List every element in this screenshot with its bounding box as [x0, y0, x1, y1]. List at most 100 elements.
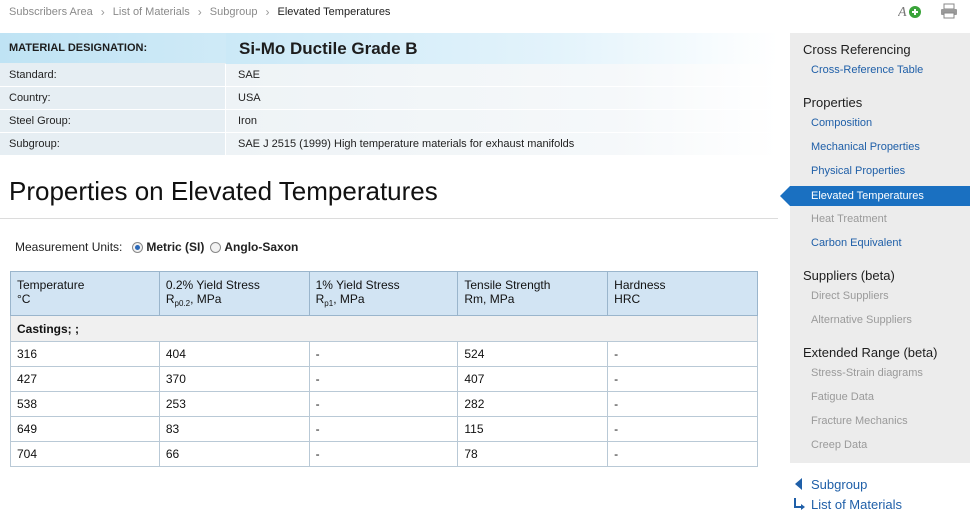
info-row-subgroup: Subgroup: SAE J 2515 (1999) High tempera… — [0, 133, 778, 156]
radio-label-anglo-saxon[interactable]: Anglo-Saxon — [224, 240, 298, 254]
return-arrow-icon — [793, 497, 805, 511]
table-cell: - — [308, 391, 459, 417]
header-unit: HRC — [614, 292, 641, 306]
sidebar-item-fracture-mechanics: Fracture Mechanics — [811, 415, 908, 427]
chevron-right-icon: › — [265, 5, 270, 19]
sidebar-item-heat-treatment: Heat Treatment — [811, 213, 887, 225]
sidebar-heading-extended-range: Extended Range (beta) — [803, 345, 938, 360]
radio-label-metric[interactable]: Metric (SI) — [146, 240, 204, 254]
sidebar-item-elevated-temperatures[interactable]: Elevated Temperatures — [780, 186, 970, 206]
table-cell: 538 — [10, 391, 160, 417]
add-font-icon[interactable]: A — [897, 3, 922, 20]
header-line: 1% Yield Stress — [315, 278, 400, 292]
sidebar-item-fatigue-data: Fatigue Data — [811, 391, 874, 403]
print-icon[interactable] — [940, 3, 958, 19]
table-cell: - — [308, 441, 459, 467]
sidebar-item-alternative-suppliers: Alternative Suppliers — [811, 314, 912, 326]
table-row: 649 83 - 115 - — [10, 416, 758, 442]
radio-anglo-saxon[interactable] — [210, 241, 222, 253]
breadcrumb-subscribers-area[interactable]: Subscribers Area — [9, 6, 93, 18]
table-cell: 316 — [10, 341, 160, 367]
table-cell: - — [607, 391, 758, 417]
sidebar-heading-properties: Properties — [803, 95, 863, 110]
table-cell: 704 — [10, 441, 160, 467]
back-to-list-link[interactable]: List of Materials — [793, 494, 902, 513]
info-row-country: Country: USA — [0, 87, 778, 110]
breadcrumb-subgroup[interactable]: Subgroup — [210, 6, 258, 18]
header-unit: °C — [17, 292, 31, 306]
table-row: 427 370 - 407 - — [10, 366, 758, 392]
sidebar-item-composition[interactable]: Composition — [811, 117, 872, 129]
group-label: Castings; ; — [10, 315, 758, 342]
sidebar-item-physical-properties[interactable]: Physical Properties — [811, 165, 905, 177]
triangle-left-icon — [793, 477, 805, 491]
table-cell: 83 — [158, 416, 310, 442]
units-metric-option[interactable]: Metric (SI) — [132, 240, 204, 254]
header-line: 0.2% Yield Stress — [165, 278, 260, 292]
table-cell: 66 — [158, 441, 310, 467]
page-title: Properties on Elevated Temperatures — [9, 176, 438, 206]
table-cell: 78 — [457, 441, 609, 467]
table-cell: - — [308, 416, 459, 442]
table-cell: - — [607, 341, 758, 367]
chevron-right-icon: › — [197, 5, 202, 19]
header-unit-suffix: , MPa — [190, 292, 222, 306]
table-cell: 282 — [457, 391, 609, 417]
column-header-yield-02: 0.2% Yield Stress Rp0.2, MPa — [158, 271, 310, 316]
sidebar-item-mechanical-properties[interactable]: Mechanical Properties — [811, 141, 920, 153]
sidebar-item-cross-reference-table[interactable]: Cross-Reference Table — [811, 64, 923, 76]
table-cell: - — [607, 416, 758, 442]
info-label: Subgroup: — [0, 133, 226, 155]
table-cell: - — [308, 341, 459, 367]
chevron-right-icon: › — [100, 5, 105, 19]
table-cell: 649 — [10, 416, 160, 442]
info-row-standard: Standard: SAE — [0, 64, 778, 87]
sidebar-heading-suppliers: Suppliers (beta) — [803, 268, 895, 283]
table-cell: 427 — [10, 366, 160, 392]
table-cell: 115 — [457, 416, 609, 442]
table-header-row: Temperature °C 0.2% Yield Stress Rp0.2, … — [10, 271, 758, 316]
sidebar-item-stress-strain: Stress-Strain diagrams — [811, 367, 923, 379]
table-cell: - — [308, 366, 459, 392]
sidebar-item-carbon-equivalent[interactable]: Carbon Equivalent — [811, 237, 902, 249]
material-designation-label: MATERIAL DESIGNATION: — [0, 33, 226, 64]
breadcrumb-current: Elevated Temperatures — [277, 6, 391, 18]
units-anglo-saxon-option[interactable]: Anglo-Saxon — [210, 240, 298, 254]
info-label: Country: — [0, 87, 226, 109]
header-line: Hardness — [614, 278, 666, 292]
back-to-subgroup-label[interactable]: Subgroup — [811, 477, 867, 492]
table-row: 704 66 - 78 - — [10, 441, 758, 467]
info-value: SAE — [226, 64, 778, 86]
column-header-hardness: Hardness HRC — [607, 271, 758, 316]
table-cell: - — [607, 441, 758, 467]
header-subscript: p0.2 — [174, 299, 191, 308]
breadcrumb: Subscribers Area › List of Materials › S… — [9, 5, 390, 19]
divider — [0, 218, 778, 219]
breadcrumb-list-of-materials[interactable]: List of Materials — [113, 6, 190, 18]
info-label: Steel Group: — [0, 110, 226, 132]
sidebar-item-creep-data: Creep Data — [811, 439, 868, 451]
table-group-row: Castings; ; — [10, 315, 758, 342]
table-cell: 524 — [457, 341, 609, 367]
svg-text:A: A — [898, 5, 907, 19]
table-cell: 404 — [158, 341, 310, 367]
info-value: SAE J 2515 (1999) High temperature mater… — [226, 133, 778, 155]
material-header: MATERIAL DESIGNATION: Si-Mo Ductile Grad… — [0, 33, 778, 64]
top-toolbar: A — [897, 3, 958, 20]
bottom-navigation: Subgroup List of Materials — [793, 474, 902, 513]
table-row: 316 404 - 524 - — [10, 341, 758, 367]
table-cell: - — [607, 366, 758, 392]
info-value: USA — [226, 87, 778, 109]
back-to-subgroup-link[interactable]: Subgroup — [793, 474, 902, 494]
column-header-tensile: Tensile Strength Rm, MPa — [457, 271, 609, 316]
info-row-steel-group: Steel Group: Iron — [0, 110, 778, 133]
table-cell: 370 — [158, 366, 310, 392]
column-header-yield-1: 1% Yield Stress Rp1, MPa — [308, 271, 459, 316]
header-unit-suffix: , MPa — [333, 292, 365, 306]
header-line: Temperature — [17, 278, 85, 292]
table-cell: 253 — [158, 391, 310, 417]
back-to-list-label[interactable]: List of Materials — [811, 497, 902, 512]
radio-metric[interactable] — [132, 241, 144, 253]
column-header-temperature: Temperature °C — [10, 271, 160, 316]
header-unit: Rm, MPa — [464, 292, 515, 306]
